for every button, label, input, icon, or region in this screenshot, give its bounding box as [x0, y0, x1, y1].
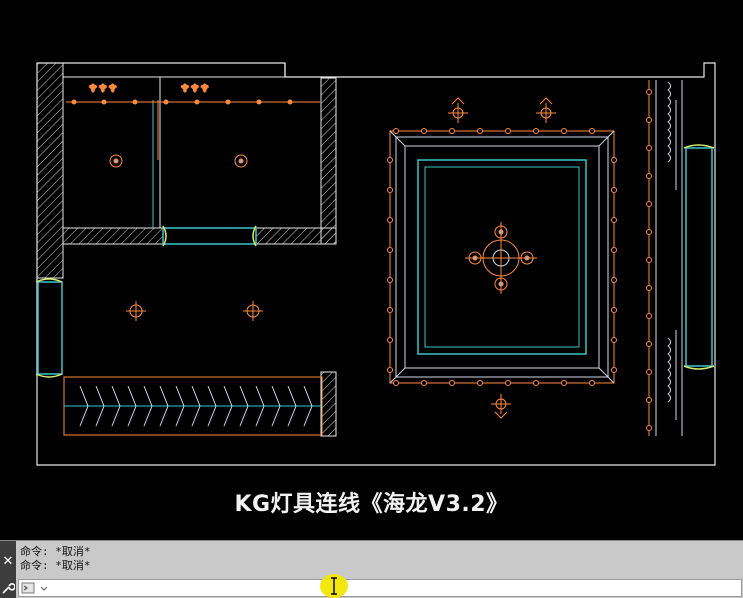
- command-prompt-icon[interactable]: [21, 582, 51, 594]
- svg-text:♆♆♆: ♆♆♆: [180, 82, 210, 95]
- svg-text:♆♆♆: ♆♆♆: [88, 82, 118, 95]
- video-caption: KG灯具连线《海龙V3.2》: [234, 492, 509, 517]
- command-line-sidebar: ✕: [0, 541, 16, 598]
- command-input[interactable]: [53, 580, 737, 596]
- text-cursor-icon: [331, 577, 337, 595]
- hatched-walls: [36, 62, 337, 437]
- outer-walls: [36, 62, 716, 466]
- ceiling-tray: [387, 128, 617, 386]
- command-history-line: 命令: *取消*: [20, 559, 91, 572]
- wrench-icon[interactable]: [1, 581, 15, 595]
- wardrobe: [63, 376, 323, 436]
- command-input-row: [18, 579, 742, 597]
- close-icon[interactable]: ✕: [0, 555, 16, 569]
- cad-drawing-canvas[interactable]: ♆♆♆ ♆♆♆ KG灯具连线《海龙V3.2》: [0, 0, 743, 540]
- command-history: 命令: *取消* 命令: *取消*: [20, 545, 740, 577]
- ceiling-plan-drawing: ♆♆♆ ♆♆♆: [35, 62, 716, 466]
- command-history-line: 命令: *取消*: [20, 545, 91, 558]
- track-lights-top: ♆♆♆ ♆♆♆: [66, 82, 320, 105]
- command-line-panel: ✕ 命令: *取消* 命令: *取消*: [0, 540, 743, 598]
- right-strip: [646, 80, 683, 436]
- chandelier: [465, 222, 537, 294]
- upper-rooms: [62, 76, 322, 229]
